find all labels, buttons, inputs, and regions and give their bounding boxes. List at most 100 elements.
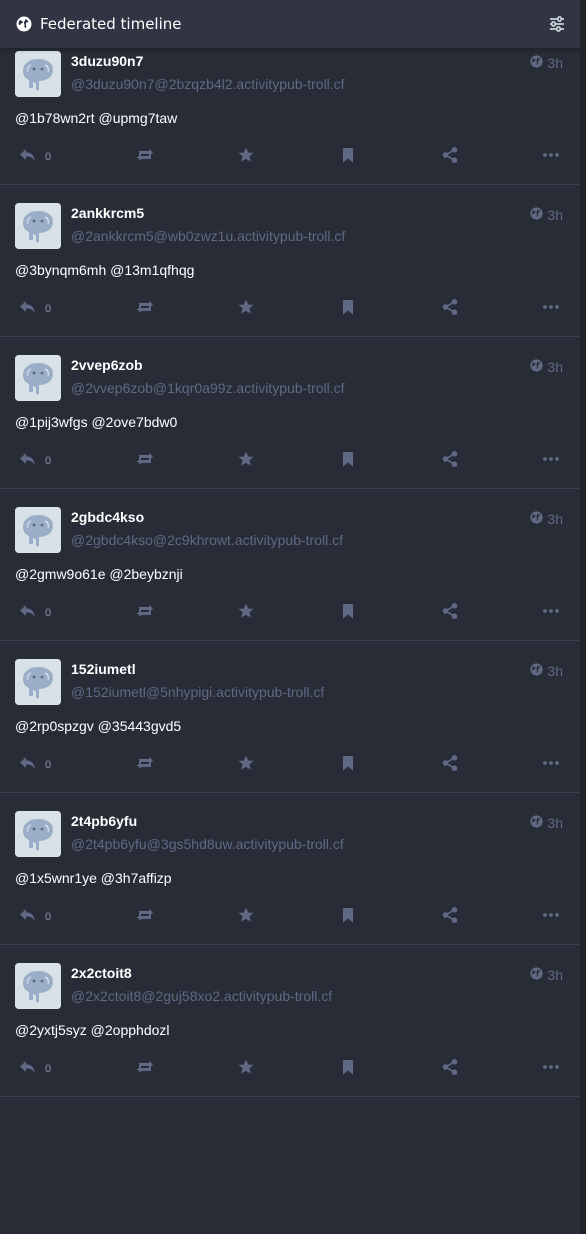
display-name[interactable]: 2gbdc4kso (71, 509, 144, 525)
more-button[interactable] (542, 297, 560, 321)
more-button[interactable] (542, 145, 560, 169)
relative-time: 3h (547, 55, 563, 71)
account-handle[interactable]: @2vvep6zob@1kqr0a99z.activitypub-troll.c… (71, 380, 345, 396)
public-visibility-icon (530, 55, 547, 71)
star-icon (237, 754, 255, 776)
favourite-button[interactable] (237, 1057, 255, 1081)
bookmark-button[interactable] (339, 449, 357, 473)
bookmark-button[interactable] (339, 297, 357, 321)
reply-button[interactable]: 0 (19, 753, 51, 777)
reply-icon (19, 906, 37, 928)
avatar[interactable] (15, 659, 61, 705)
favourite-button[interactable] (237, 905, 255, 929)
status-time[interactable]: 3h (530, 663, 563, 679)
scrollbar[interactable] (580, 0, 586, 1234)
share-button[interactable] (441, 601, 459, 625)
boost-button[interactable] (136, 753, 154, 777)
favourite-button[interactable] (237, 145, 255, 169)
account-handle[interactable]: @3duzu90n7@2bzqzb4l2.activitypub-troll.c… (71, 76, 345, 92)
reply-button[interactable]: 0 (19, 145, 51, 169)
reply-icon (19, 298, 37, 320)
status-item[interactable]: 2t4pb6yfu @2t4pb6yfu@3gs5hd8uw.activitypu… (0, 793, 580, 945)
retweet-icon (136, 146, 154, 168)
favourite-button[interactable] (237, 449, 255, 473)
bookmark-icon (339, 1058, 357, 1080)
boost-button[interactable] (136, 1057, 154, 1081)
bookmark-button[interactable] (339, 601, 357, 625)
status-content: @1b78wn2rt @upmg7taw (15, 110, 178, 126)
avatar[interactable] (15, 811, 61, 857)
display-name[interactable]: 2ankkrcm5 (71, 205, 144, 221)
account-handle[interactable]: @2t4pb6yfu@3gs5hd8uw.activitypub-troll.c… (71, 836, 344, 852)
bookmark-button[interactable] (339, 145, 357, 169)
boost-button[interactable] (136, 601, 154, 625)
more-button[interactable] (542, 601, 560, 625)
status-time[interactable]: 3h (530, 967, 563, 983)
reply-button[interactable]: 0 (19, 449, 51, 473)
favourite-button[interactable] (237, 601, 255, 625)
boost-button[interactable] (136, 297, 154, 321)
status-time[interactable]: 3h (530, 511, 563, 527)
avatar[interactable] (15, 963, 61, 1009)
account-handle[interactable]: @2ankkrcm5@wb0zwz1u.activitypub-troll.cf (71, 228, 345, 244)
public-visibility-icon (530, 967, 547, 983)
status-time[interactable]: 3h (530, 207, 563, 223)
bookmark-button[interactable] (339, 1057, 357, 1081)
bookmark-button[interactable] (339, 753, 357, 777)
status-item[interactable]: 2ankkrcm5 @2ankkrcm5@wb0zwz1u.activitypub… (0, 185, 580, 337)
status-item[interactable]: 2x2ctoit8 @2x2ctoit8@2guj58xo2.activitypu… (0, 945, 580, 1097)
favourite-button[interactable] (237, 297, 255, 321)
boost-button[interactable] (136, 145, 154, 169)
reply-count: 0 (45, 911, 52, 923)
reply-button[interactable]: 0 (19, 601, 51, 625)
status-time[interactable]: 3h (530, 359, 563, 375)
avatar[interactable] (15, 355, 61, 401)
display-name[interactable]: 3duzu90n7 (71, 53, 143, 69)
status-item[interactable]: 2vvep6zob @2vvep6zob@1kqr0a99z.activitypu… (0, 337, 580, 489)
display-name[interactable]: 2x2ctoit8 (71, 965, 132, 981)
share-button[interactable] (441, 905, 459, 929)
account-handle[interactable]: @2x2ctoit8@2guj58xo2.activitypub-troll.c… (71, 988, 332, 1004)
relative-time: 3h (547, 967, 563, 983)
avatar[interactable] (15, 51, 61, 97)
status-time[interactable]: 3h (530, 815, 563, 831)
more-button[interactable] (542, 449, 560, 473)
boost-button[interactable] (136, 905, 154, 929)
share-button[interactable] (441, 1057, 459, 1081)
share-button[interactable] (441, 753, 459, 777)
share-button[interactable] (441, 297, 459, 321)
account-handle[interactable]: @2gbdc4kso@2c9khrowt.activitypub-troll.c… (71, 532, 343, 548)
status-time[interactable]: 3h (530, 55, 563, 71)
avatar[interactable] (15, 203, 61, 249)
reply-button[interactable]: 0 (19, 297, 51, 321)
reply-icon (19, 450, 37, 472)
display-name[interactable]: 152iumetl (71, 661, 136, 677)
column-header[interactable]: Federated timeline (0, 0, 580, 48)
sliders-icon[interactable] (548, 15, 566, 33)
status-item[interactable]: 2gbdc4kso @2gbdc4kso@2c9khrowt.activitypu… (0, 489, 580, 641)
relative-time: 3h (547, 207, 563, 223)
account-handle[interactable]: @152iumetl@5nhypigi.activitypub-troll.cf (71, 684, 324, 700)
status-item[interactable]: 3duzu90n7 @3duzu90n7@2bzqzb4l2.activitypu… (0, 33, 580, 185)
more-button[interactable] (542, 905, 560, 929)
more-button[interactable] (542, 1057, 560, 1081)
reply-button[interactable]: 0 (19, 1057, 51, 1081)
share-button[interactable] (441, 449, 459, 473)
favourite-button[interactable] (237, 753, 255, 777)
reply-button[interactable]: 0 (19, 905, 51, 929)
boost-button[interactable] (136, 449, 154, 473)
more-button[interactable] (542, 753, 560, 777)
bookmark-icon (339, 298, 357, 320)
reply-count: 0 (45, 759, 52, 771)
status-item[interactable]: 152iumetl @152iumetl@5nhypigi.activitypub… (0, 641, 580, 793)
avatar[interactable] (15, 507, 61, 553)
share-button[interactable] (441, 145, 459, 169)
bookmark-button[interactable] (339, 905, 357, 929)
display-name[interactable]: 2vvep6zob (71, 357, 143, 373)
bookmark-icon (339, 754, 357, 776)
ellipsis-icon (542, 754, 560, 776)
reply-icon (19, 146, 37, 168)
display-name[interactable]: 2t4pb6yfu (71, 813, 137, 829)
ellipsis-icon (542, 450, 560, 472)
status-content: @1pij3wfgs @2ove7bdw0 (15, 414, 178, 430)
